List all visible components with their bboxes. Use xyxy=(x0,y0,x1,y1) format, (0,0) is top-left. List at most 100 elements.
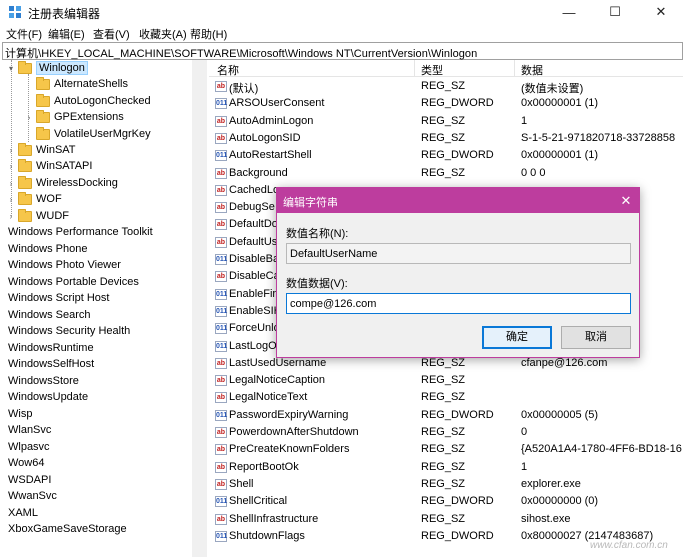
expand-icon[interactable]: › xyxy=(24,113,34,122)
tree-key[interactable]: Windows Portable Devices xyxy=(8,274,139,290)
table-row[interactable]: ab ShellInfrastructure REG_SZ sihost.exe xyxy=(209,511,683,528)
tree-node-sibling[interactable]: › WUDF xyxy=(6,208,69,224)
folder-open-icon xyxy=(18,60,32,74)
tree-key[interactable]: WindowsSelfHost xyxy=(8,356,94,372)
tree-node-label: WindowsSelfHost xyxy=(8,358,95,370)
tree-key[interactable]: WSDAPI xyxy=(8,472,51,488)
table-row[interactable]: 011 ARSOUserConsent REG_DWORD 0x00000001 (1… xyxy=(209,95,683,112)
tree-node-label: Wlpasvc xyxy=(8,441,50,453)
value-data-input[interactable]: compe@126.com xyxy=(286,293,631,314)
string-value-icon: ab xyxy=(215,392,227,404)
folder-icon xyxy=(36,93,50,107)
value-data-label: 数值数据(V): xyxy=(286,278,348,290)
table-row[interactable]: 011 PasswordExpiryWarning REG_DWORD 0x00000… xyxy=(209,407,683,424)
column-header-data[interactable]: 数据 xyxy=(521,62,543,78)
expand-icon[interactable]: › xyxy=(6,195,16,204)
collapse-icon[interactable]: ▾ xyxy=(6,64,16,73)
table-row[interactable]: ab (默认) REG_SZ (数值未设置) xyxy=(209,78,683,95)
cell-name: EnableSIH xyxy=(229,304,282,317)
tree-key[interactable]: XboxGameSaveStorage xyxy=(8,521,127,537)
folder-icon xyxy=(18,158,32,172)
tree-scrollbar[interactable] xyxy=(192,60,207,557)
dialog-close-icon[interactable]: ✕ xyxy=(617,192,635,210)
binary-value-icon: 011 xyxy=(215,288,228,300)
tree-key[interactable]: Wow64 xyxy=(8,455,44,471)
table-row[interactable]: ab ReportBootOk REG_SZ 1 xyxy=(209,459,683,476)
cell-data: 1 xyxy=(521,460,528,473)
cell-name: AutoAdminLogon xyxy=(229,114,314,127)
tree-node-child[interactable]: VolatileUserMgrKey xyxy=(24,126,151,142)
tree-key[interactable]: Windows Script Host xyxy=(8,290,109,306)
table-row[interactable]: 011 AutoRestartShell REG_DWORD 0x00000001 (… xyxy=(209,147,683,164)
cell-type: REG_SZ xyxy=(421,512,466,525)
column-divider[interactable] xyxy=(414,60,415,77)
tree-key[interactable]: XAML xyxy=(8,505,38,521)
cell-type: REG_DWORD xyxy=(421,495,494,508)
menu-favorites[interactable]: 收藏夹(A) xyxy=(139,26,187,42)
cell-name: Shell xyxy=(229,477,254,490)
column-header-name[interactable]: 名称 xyxy=(217,62,239,78)
minimize-button[interactable]: — xyxy=(546,0,592,24)
tree-key[interactable]: Windows Performance Toolkit xyxy=(8,224,153,240)
tree-node-sibling[interactable]: › WinSAT xyxy=(6,142,76,158)
tree-key[interactable]: Windows Security Health xyxy=(8,323,130,339)
table-row[interactable]: ab PreCreateKnownFolders REG_SZ {A520A1A4-1… xyxy=(209,441,683,458)
tree-key[interactable]: WindowsStore xyxy=(8,373,79,389)
close-button[interactable]: ✕ xyxy=(638,0,684,24)
address-bar[interactable]: 计算机\HKEY_LOCAL_MACHINE\SOFTWARE\Microsof… xyxy=(2,42,683,60)
expand-icon[interactable]: › xyxy=(6,179,16,188)
string-value-icon: ab xyxy=(215,115,227,127)
tree-node-winlogon[interactable]: ▾ Winlogon xyxy=(6,60,88,76)
table-row[interactable]: ab Shell REG_SZ explorer.exe xyxy=(209,476,683,493)
title-bar: 注册表编辑器 — ☐ ✕ xyxy=(0,0,685,24)
expand-icon[interactable]: › xyxy=(6,162,16,171)
menu-file[interactable]: 文件(F) xyxy=(6,26,42,42)
tree-key[interactable]: Wlpasvc xyxy=(8,439,50,455)
table-row[interactable]: ab PowerdownAfterShutdown REG_SZ 0 xyxy=(209,424,683,441)
expand-icon[interactable]: › xyxy=(6,212,16,221)
watermark: www.cfan.com.cn xyxy=(590,540,668,551)
tree-node-sibling[interactable]: › WOF xyxy=(6,191,62,207)
column-divider[interactable] xyxy=(514,60,515,77)
tree-node-sibling[interactable]: › WinSATAPI xyxy=(6,158,92,174)
table-row[interactable]: ab LegalNoticeCaption REG_SZ xyxy=(209,372,683,389)
string-value-icon: ab xyxy=(215,184,227,196)
table-row[interactable]: ab Background REG_SZ 0 0 0 xyxy=(209,165,683,182)
cell-type: REG_SZ xyxy=(421,391,466,404)
maximize-button[interactable]: ☐ xyxy=(592,0,638,24)
tree-node-child[interactable]: › GPExtensions xyxy=(24,109,124,125)
menu-view[interactable]: 查看(V) xyxy=(93,26,130,42)
tree-node-sibling[interactable]: › WirelessDocking xyxy=(6,175,118,191)
cell-name: DebugSe xyxy=(229,201,275,214)
tree-key[interactable]: WindowsRuntime xyxy=(8,340,94,356)
cancel-button[interactable]: 取消 xyxy=(561,326,631,349)
tree-key[interactable]: Windows Phone xyxy=(8,241,88,257)
tree-key[interactable]: Wisp xyxy=(8,406,32,422)
value-name-text: DefaultUserName xyxy=(290,248,378,260)
binary-value-icon: 011 xyxy=(215,254,228,265)
tree-node-label: VolatileUserMgrKey xyxy=(54,128,151,140)
table-row[interactable]: 011 ShellCritical REG_DWORD 0x00000000 (0) xyxy=(209,493,683,510)
table-row[interactable]: ab AutoLogonSID REG_SZ S-1-5-21-971820718-3… xyxy=(209,130,683,147)
tree-key[interactable]: WlanSvc xyxy=(8,422,51,438)
menu-help[interactable]: 帮助(H) xyxy=(190,26,227,42)
menu-edit[interactable]: 编辑(E) xyxy=(48,26,85,42)
regedit-app-icon xyxy=(9,6,21,18)
tree-key[interactable]: Windows Photo Viewer xyxy=(8,257,121,273)
ok-button[interactable]: 确定 xyxy=(482,326,552,349)
tree-key[interactable]: Windows Search xyxy=(8,307,91,323)
cell-data: 0x00000001 (1) xyxy=(521,149,599,162)
tree-node-child[interactable]: AutoLogonChecked xyxy=(24,93,151,109)
folder-icon xyxy=(36,76,50,90)
table-row[interactable]: ab LegalNoticeText REG_SZ xyxy=(209,389,683,406)
table-row[interactable]: ab AutoAdminLogon REG_SZ 1 xyxy=(209,113,683,130)
tree-node-label: Windows Portable Devices xyxy=(8,276,139,288)
tree-node-child[interactable]: AlternateShells xyxy=(24,76,128,92)
tree-node-label: Windows Performance Toolkit xyxy=(8,226,153,238)
tree-key[interactable]: WwanSvc xyxy=(8,488,57,504)
dialog-title-bar[interactable]: 编辑字符串 ✕ xyxy=(277,188,639,213)
expand-icon[interactable]: › xyxy=(6,146,16,155)
tree-node-label: WUDF xyxy=(36,210,69,222)
tree-key[interactable]: WindowsUpdate xyxy=(8,389,88,405)
column-header-type[interactable]: 类型 xyxy=(421,62,443,78)
